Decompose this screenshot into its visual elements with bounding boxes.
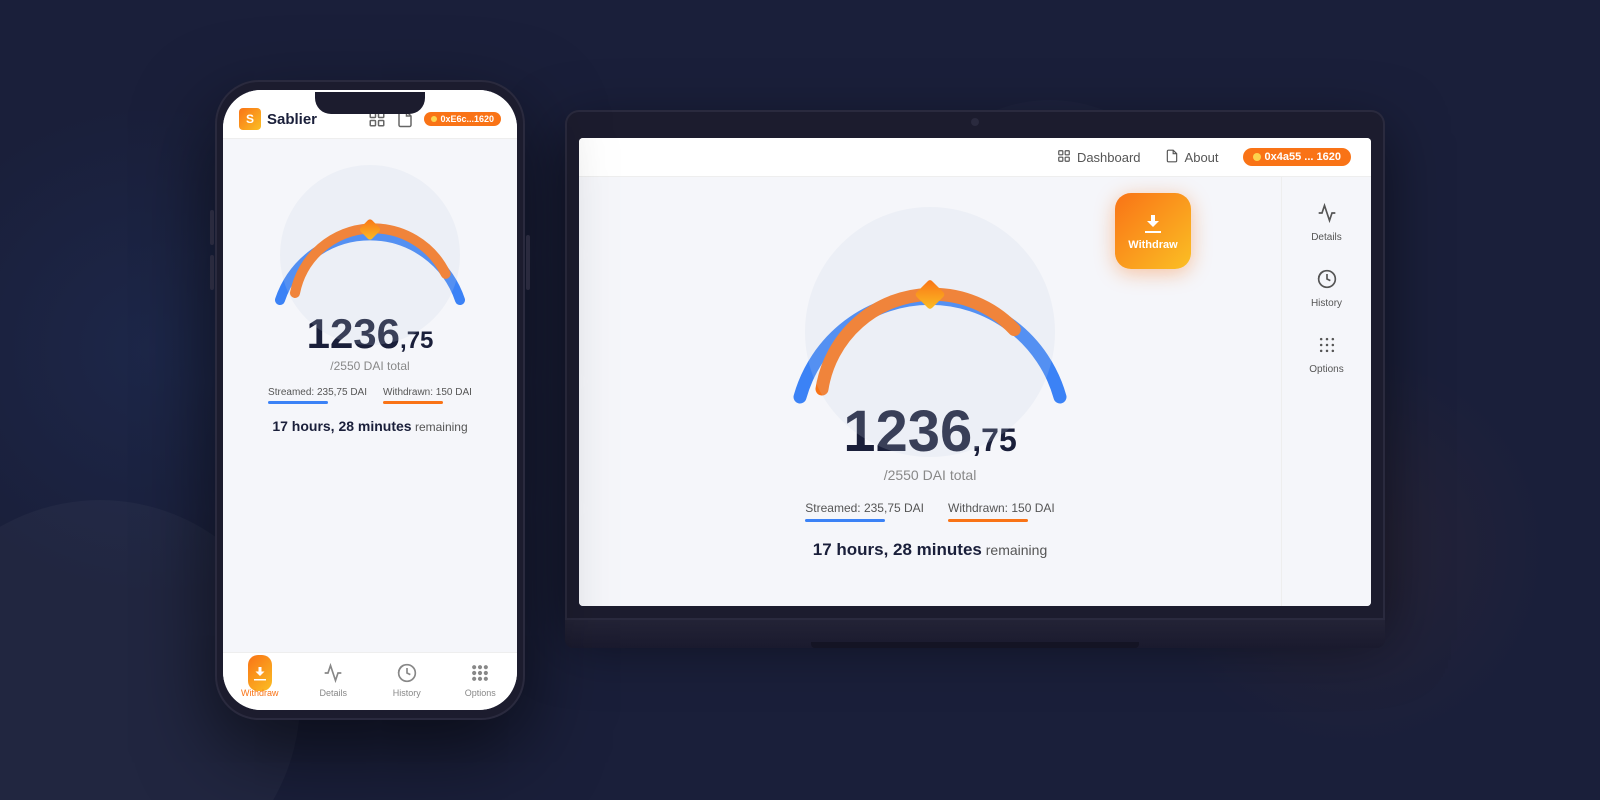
phone-nav-history[interactable]: History: [370, 661, 444, 698]
sidebar-item-options[interactable]: Options: [1282, 325, 1371, 385]
phone-content: 1236,75 /2550 DAI total Streamed: 235,75…: [223, 139, 517, 652]
laptop-camera: [971, 118, 979, 126]
phone-power-btn: [526, 235, 530, 290]
phone-time-remaining: 17 hours, 28 minutes remaining: [272, 418, 467, 434]
laptop-wallet-badge[interactable]: 0x4a55 ... 1620: [1243, 148, 1351, 166]
history-sidebar-icon: [1317, 269, 1337, 294]
options-grid-icon: [1317, 335, 1337, 355]
legend-streamed-line: [268, 401, 328, 404]
laptop-screen: Dashboard About 0x4a55 ... 1620: [579, 138, 1371, 606]
phone-nav-options-label: Options: [465, 688, 496, 698]
history-nav-icon: [395, 661, 419, 685]
laptop-sidebar: Details History: [1281, 177, 1371, 606]
laptop-nav-dashboard-label: Dashboard: [1077, 150, 1141, 165]
diamond-icon: [362, 221, 378, 242]
laptop-wallet-dot: [1253, 153, 1261, 161]
details-icon: [1317, 203, 1337, 223]
laptop-base: [565, 620, 1385, 648]
laptop-gauge: [770, 197, 1090, 417]
laptop-header: Dashboard About 0x4a55 ... 1620: [579, 138, 1371, 177]
gauge-bg: [280, 165, 460, 345]
laptop-main-content: Withdraw: [579, 177, 1281, 606]
laptop-withdraw-button[interactable]: Withdraw: [1115, 193, 1191, 269]
phone-gauge-total: /2550 DAI total: [330, 359, 409, 373]
phone-nav-withdraw[interactable]: Withdraw: [223, 661, 297, 698]
phone-legend: Streamed: 235,75 DAI Withdrawn: 150 DAI: [268, 387, 472, 404]
phone-wallet-badge[interactable]: 0xE6c...1620: [424, 112, 501, 126]
laptop-body: Dashboard About 0x4a55 ... 1620: [565, 110, 1385, 620]
laptop-withdraw-label: Withdraw: [1128, 239, 1177, 251]
phone-notch: [315, 92, 425, 114]
history-icon: [1317, 269, 1337, 289]
laptop-nav-dashboard[interactable]: Dashboard: [1057, 149, 1141, 166]
laptop-legend-withdrawn-label: Withdrawn: 150 DAI: [948, 501, 1055, 515]
laptop-diamond-icon: [919, 284, 941, 313]
laptop-gauge-total: /2550 DAI total: [884, 467, 977, 483]
details-sidebar-icon: [1317, 203, 1337, 228]
phone-wallet-address: 0xE6c...1620: [440, 114, 494, 124]
phone-nav-options[interactable]: Options: [444, 661, 518, 698]
details-icon: [323, 663, 343, 683]
sidebar-item-details[interactable]: Details: [1282, 193, 1371, 253]
options-nav-icon: [468, 661, 492, 685]
withdraw-nav-icon: [248, 661, 272, 685]
legend-withdrawn-label: Withdrawn: 150 DAI: [383, 387, 472, 398]
wallet-dot: [431, 116, 437, 122]
phone-gauge: [255, 155, 485, 315]
sablier-s-letter: S: [246, 112, 254, 126]
phone-vol-up: [210, 210, 214, 245]
legend-streamed: Streamed: 235,75 DAI: [268, 387, 367, 404]
withdraw-icon: [251, 664, 269, 682]
phone-nav-details-label: Details: [319, 688, 347, 698]
history-icon: [397, 663, 417, 683]
phone-nav-history-label: History: [393, 688, 421, 698]
laptop-wallet-address: 0x4a55 ... 1620: [1265, 151, 1341, 163]
laptop-nav-about-label: About: [1185, 150, 1219, 165]
laptop-legend-streamed-line: [805, 519, 885, 522]
sablier-logo-icon: S: [239, 108, 261, 130]
legend-withdrawn: Withdrawn: 150 DAI: [383, 387, 472, 404]
laptop-legend: Streamed: 235,75 DAI Withdrawn: 150 DAI: [805, 501, 1054, 522]
sidebar-history-label: History: [1311, 298, 1342, 309]
phone-screen: S Sablier 0xE6c...1620: [223, 90, 517, 710]
laptop-time-remaining: 17 hours, 28 minutes remaining: [813, 540, 1048, 560]
phone-device: S Sablier 0xE6c...1620: [215, 80, 525, 720]
details-nav-icon: [321, 661, 345, 685]
phone-nav-withdraw-label: Withdraw: [241, 688, 279, 698]
phone-logo: S Sablier: [239, 108, 317, 130]
sidebar-details-label: Details: [1311, 232, 1342, 243]
phone-time-suffix: remaining: [415, 420, 468, 434]
laptop-time-suffix: remaining: [986, 542, 1047, 558]
phone-time-bold: 17 hours, 28 minutes: [272, 418, 411, 434]
legend-withdrawn-line: [383, 401, 443, 404]
laptop-device: Dashboard About 0x4a55 ... 1620: [565, 110, 1385, 690]
devices-wrapper: S Sablier 0xE6c...1620: [215, 80, 1385, 720]
laptop-main: Withdraw: [579, 177, 1371, 606]
sidebar-item-history[interactable]: History: [1282, 259, 1371, 319]
laptop-withdraw-icon: [1141, 211, 1165, 235]
options-icon: [470, 663, 490, 683]
about-nav-icon: [1165, 149, 1179, 166]
withdraw-btn[interactable]: [248, 655, 272, 691]
phone-vol-down: [210, 255, 214, 290]
laptop-time-bold: 17 hours, 28 minutes: [813, 540, 982, 559]
sidebar-options-label: Options: [1309, 364, 1343, 375]
laptop-legend-streamed-label: Streamed: 235,75 DAI: [805, 501, 924, 515]
laptop-legend-streamed: Streamed: 235,75 DAI: [805, 501, 924, 522]
laptop-nav-about[interactable]: About: [1165, 149, 1219, 166]
dashboard-nav-icon: [1057, 149, 1071, 166]
phone-bottom-nav: Withdraw Details History: [223, 652, 517, 710]
laptop-legend-withdrawn-line: [948, 519, 1028, 522]
phone-nav-details[interactable]: Details: [297, 661, 371, 698]
laptop-gauge-bg: [805, 207, 1055, 457]
legend-streamed-label: Streamed: 235,75 DAI: [268, 387, 367, 398]
laptop-legend-withdrawn: Withdrawn: 150 DAI: [948, 501, 1055, 522]
options-sidebar-icon: [1317, 335, 1337, 360]
phone-logo-text: Sablier: [267, 111, 317, 128]
